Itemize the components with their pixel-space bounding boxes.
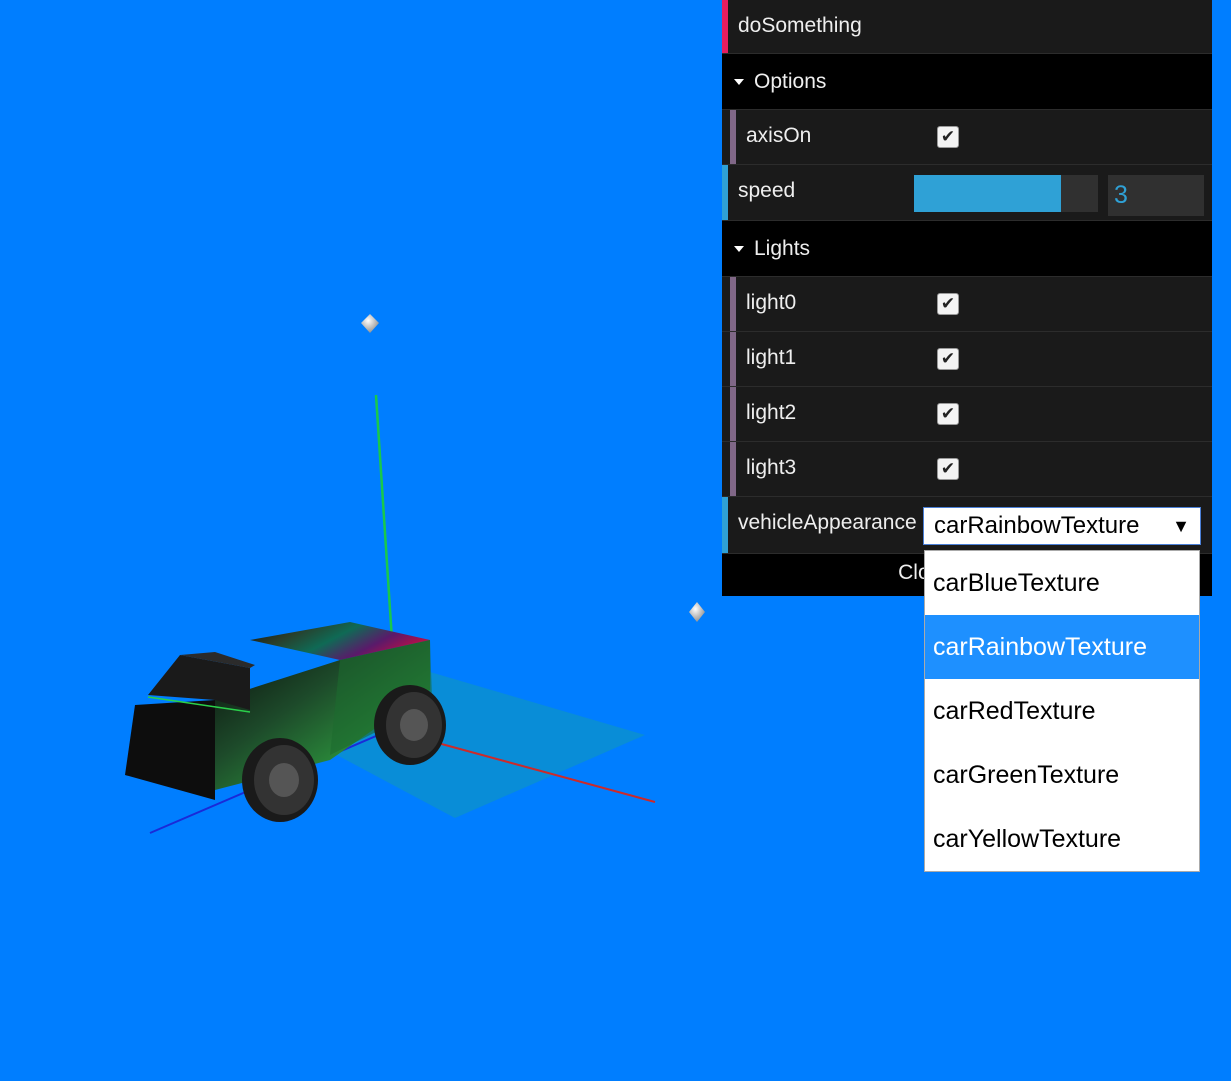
light3-row: light3 ✔: [722, 442, 1212, 497]
dropdown-option[interactable]: carRainbowTexture: [925, 615, 1199, 679]
vehicle-appearance-selected: carRainbowTexture: [934, 512, 1140, 539]
speed-slider[interactable]: [914, 175, 1098, 212]
speed-input[interactable]: 3: [1108, 175, 1204, 216]
light2-checkbox[interactable]: ✔: [937, 403, 959, 425]
vehicle-appearance-label: vehicleAppearance: [738, 511, 917, 534]
boolean-stripe: [730, 387, 736, 441]
light3-label: light3: [746, 456, 797, 479]
dropdown-option[interactable]: carYellowTexture: [925, 807, 1199, 871]
options-folder-label: Options: [754, 69, 827, 93]
light1-row: light1 ✔: [722, 332, 1212, 387]
light-marker-icon: [689, 602, 705, 622]
light1-checkbox[interactable]: ✔: [937, 348, 959, 370]
number-stripe: [722, 165, 728, 220]
boolean-stripe: [730, 277, 736, 331]
do-something-button[interactable]: doSomething: [722, 0, 1212, 54]
light1-label: light1: [746, 346, 797, 369]
axis-on-row: axisOn ✔: [722, 110, 1212, 165]
speed-label: speed: [738, 179, 796, 202]
options-folder-title[interactable]: Options: [722, 54, 1212, 110]
boolean-stripe: [730, 442, 736, 496]
axis-on-checkbox[interactable]: ✔: [937, 126, 959, 148]
gui-panel: doSomething Options axisOn ✔ speed 3 Lig…: [722, 0, 1212, 596]
vehicle-appearance-dropdown: carBlueTexture carRainbowTexture carRedT…: [924, 550, 1200, 872]
light0-label: light0: [746, 291, 797, 314]
vehicle-appearance-row: vehicleAppearance carRainbowTexture ▼: [722, 497, 1212, 554]
dropdown-arrow-icon: ▼: [1172, 516, 1190, 536]
do-something-label: doSomething: [738, 14, 862, 37]
lights-folder-label: Lights: [754, 236, 811, 260]
boolean-stripe: [730, 110, 736, 164]
light-marker-icon: [361, 314, 379, 333]
light2-label: light2: [746, 401, 797, 424]
caret-down-icon: [734, 78, 744, 85]
dropdown-option[interactable]: carGreenTexture: [925, 743, 1199, 807]
light2-row: light2 ✔: [722, 387, 1212, 442]
string-stripe: [722, 497, 728, 553]
speed-slider-fill: [914, 175, 1062, 212]
light0-checkbox[interactable]: ✔: [937, 293, 959, 315]
boolean-stripe: [730, 332, 736, 386]
car-model: [125, 622, 446, 822]
light3-checkbox[interactable]: ✔: [937, 458, 959, 480]
vehicle-appearance-select[interactable]: carRainbowTexture ▼: [923, 507, 1201, 545]
function-stripe: [722, 0, 728, 53]
dropdown-option[interactable]: carBlueTexture: [925, 551, 1199, 615]
axis-on-label: axisOn: [746, 124, 812, 147]
caret-down-icon: [734, 245, 744, 252]
dropdown-option[interactable]: carRedTexture: [925, 679, 1199, 743]
lights-folder-title[interactable]: Lights: [722, 221, 1212, 277]
light0-row: light0 ✔: [722, 277, 1212, 332]
speed-row: speed 3: [722, 165, 1212, 221]
axis-y: [374, 394, 394, 641]
